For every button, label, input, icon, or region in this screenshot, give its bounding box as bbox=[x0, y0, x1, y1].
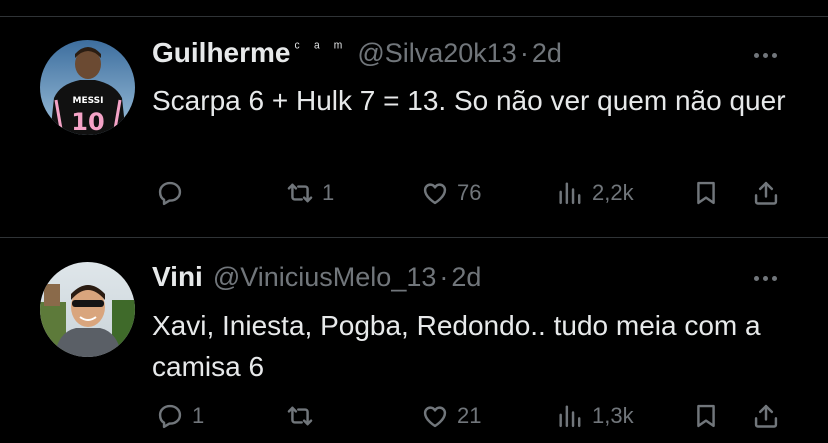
avatar[interactable]: MESSI 10 bbox=[40, 40, 135, 135]
reply-button[interactable]: 1 bbox=[156, 396, 204, 436]
tweet-actions: 1 76 2,2k bbox=[0, 173, 828, 213]
bookmark-icon bbox=[697, 404, 715, 428]
like-button[interactable]: 76 bbox=[421, 173, 481, 213]
jersey-name: MESSI bbox=[72, 96, 103, 106]
reply-count: 1 bbox=[192, 403, 205, 428]
share-button[interactable] bbox=[752, 173, 780, 213]
tweet-text: Scarpa 6 + Hulk 7 = 13. So não ver quem … bbox=[152, 85, 786, 116]
views-count: 2,2k bbox=[592, 180, 634, 205]
reply-button[interactable] bbox=[156, 173, 192, 213]
display-name[interactable]: Vini bbox=[152, 261, 203, 293]
views-icon bbox=[559, 405, 581, 428]
timestamp[interactable]: 2d bbox=[451, 262, 481, 293]
avatar-image bbox=[40, 262, 135, 357]
like-icon bbox=[423, 406, 447, 428]
share-button[interactable] bbox=[752, 396, 780, 436]
more-icon[interactable] bbox=[754, 50, 786, 60]
retweet-button[interactable]: 1 bbox=[286, 173, 334, 213]
views-icon bbox=[559, 182, 581, 205]
like-button[interactable]: 21 bbox=[421, 396, 481, 436]
tweet-header: Vini @ViniciusMelo_13 · 2d bbox=[152, 261, 481, 295]
tweet-header: Guilherme ᶜ ᵃ ᵐ @Silva20k13 · 2d bbox=[152, 37, 562, 71]
like-icon bbox=[423, 183, 447, 205]
separator: · bbox=[519, 38, 529, 68]
separator: · bbox=[439, 262, 449, 292]
bookmark-button[interactable] bbox=[692, 396, 720, 436]
tweet-text: Xavi, Iniesta, Pogba, Redondo.. tudo mei… bbox=[152, 310, 761, 382]
tweet[interactable]: MESSI 10 Guilherme ᶜ ᵃ ᵐ @Silva20k13 · 2… bbox=[0, 17, 828, 237]
avatar[interactable] bbox=[40, 262, 135, 357]
display-name[interactable]: Guilherme bbox=[152, 37, 290, 69]
views-button[interactable]: 2,2k bbox=[556, 173, 634, 213]
share-icon bbox=[754, 181, 778, 205]
timestamp[interactable]: 2d bbox=[532, 38, 562, 69]
like-count: 21 bbox=[457, 403, 482, 428]
handle[interactable]: @ViniciusMelo_13 bbox=[213, 262, 437, 293]
handle[interactable]: @Silva20k13 bbox=[357, 38, 517, 69]
bookmark-icon bbox=[697, 181, 715, 205]
retweet-icon bbox=[287, 183, 313, 203]
retweet-icon bbox=[287, 406, 313, 426]
more-icon[interactable] bbox=[754, 273, 786, 283]
avatar-image: MESSI 10 bbox=[40, 40, 135, 135]
like-count: 76 bbox=[457, 180, 482, 205]
share-icon bbox=[754, 404, 778, 428]
retweet-button[interactable] bbox=[286, 396, 322, 436]
jersey-number: 10 bbox=[71, 108, 104, 135]
top-divider bbox=[0, 0, 828, 17]
views-button[interactable]: 1,3k bbox=[556, 396, 634, 436]
display-name-suffix: ᶜ ᵃ ᵐ bbox=[294, 39, 348, 56]
views-count: 1,3k bbox=[592, 403, 634, 428]
reply-icon bbox=[158, 181, 182, 206]
reply-icon bbox=[158, 404, 182, 429]
tweet[interactable]: Vini @ViniciusMelo_13 · 2d Xavi, Iniesta… bbox=[0, 238, 828, 443]
bookmark-button[interactable] bbox=[692, 173, 720, 213]
retweet-count: 1 bbox=[322, 180, 335, 205]
tweet-actions: 1 21 1,3k bbox=[0, 396, 828, 436]
